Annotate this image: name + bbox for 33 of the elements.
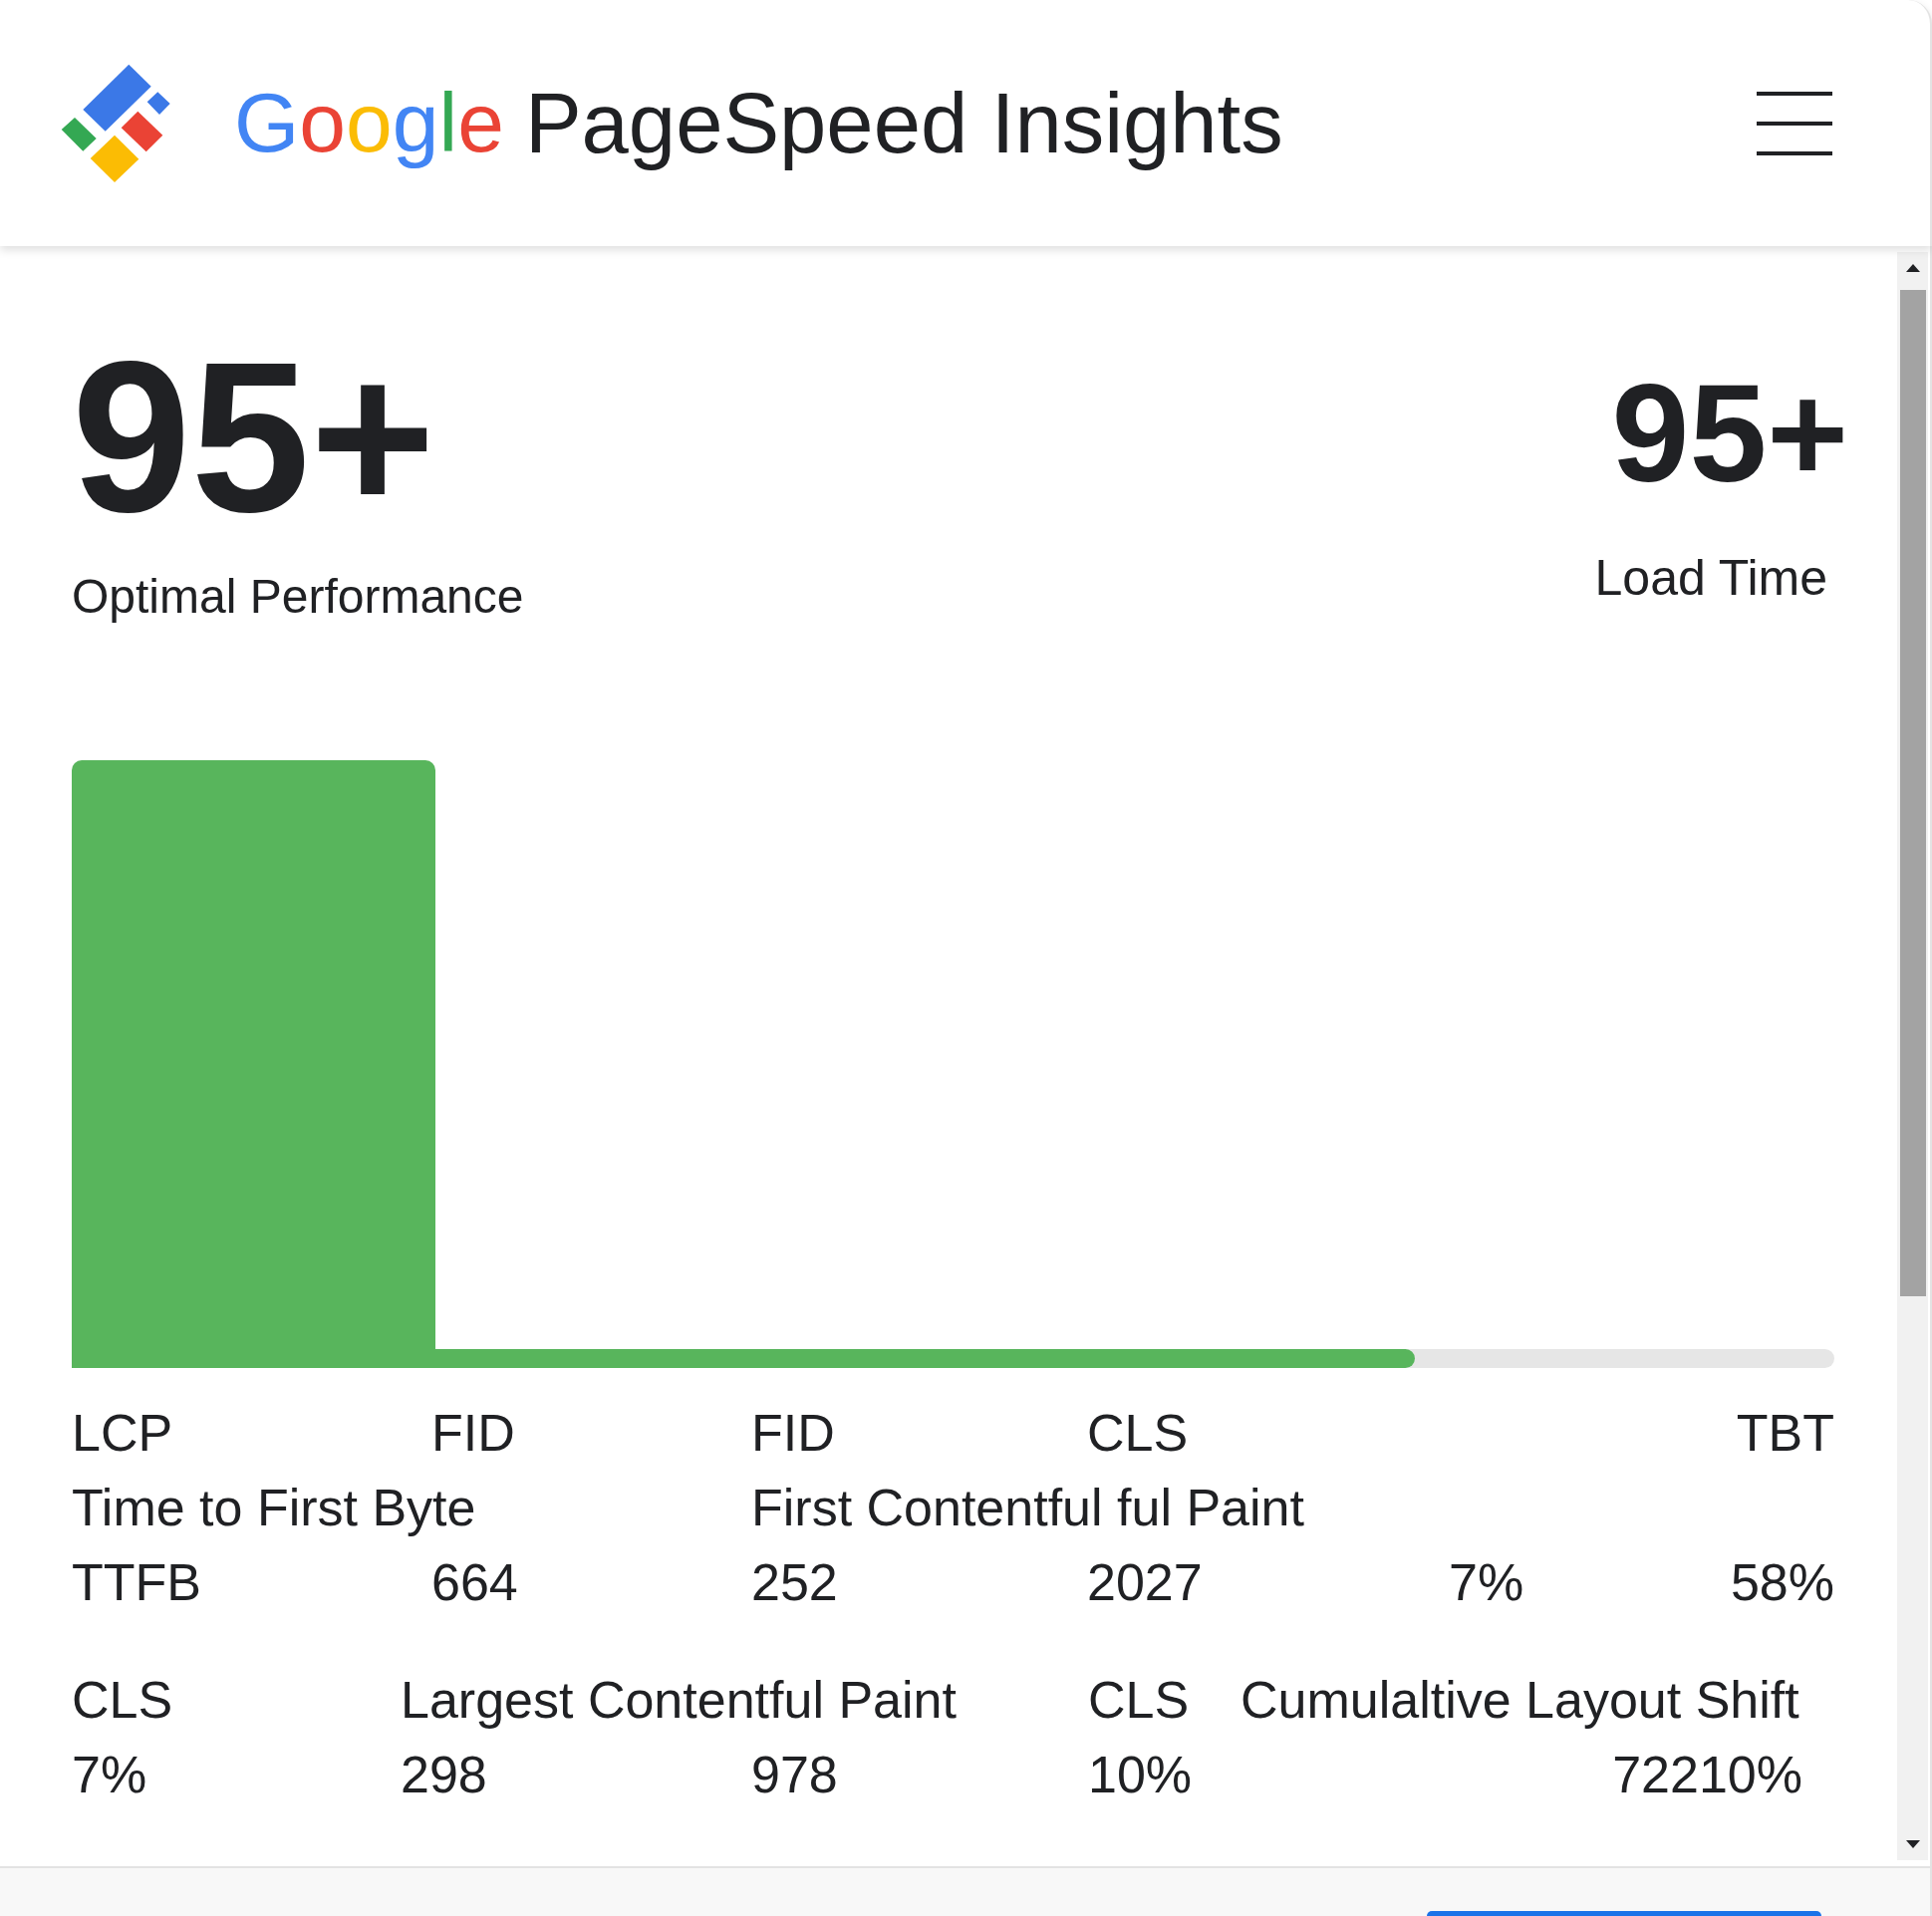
metric-label: CLS <box>1087 1402 1189 1464</box>
metric-name: First Contentful ful Paint <box>751 1477 1304 1538</box>
metric-value: 58% <box>1730 1551 1834 1613</box>
metric-value: 10% <box>1088 1744 1193 1805</box>
metric-value: 978 <box>751 1744 838 1805</box>
metric-label: TTFB <box>72 1551 201 1613</box>
metric-value: 7% <box>72 1744 147 1805</box>
score-value: 95+ <box>72 330 435 544</box>
metric-value: 252 <box>751 1551 838 1613</box>
metric-value: 664 <box>431 1551 518 1613</box>
score-label: Load Time <box>1594 549 1827 608</box>
metric-value: 298 <box>401 1744 487 1805</box>
brand-wordmark: Google <box>234 75 504 171</box>
metric-label: CLS <box>72 1669 173 1731</box>
app-title: PageSpeed Insights <box>524 74 1283 172</box>
metric-value: 7% <box>1449 1551 1524 1613</box>
scrollbar-thumb[interactable] <box>1899 290 1926 1296</box>
metric-label: CLS <box>1088 1669 1190 1731</box>
scroll-up-icon[interactable] <box>1905 264 1920 272</box>
logo-icon <box>60 62 171 184</box>
metric-name: Cumulaltive Layout Shift <box>1241 1669 1799 1731</box>
metric-name: Largest Contentful Paint <box>401 1669 957 1731</box>
metric-label: TBT <box>1736 1402 1834 1464</box>
metric-label: FID <box>751 1402 835 1464</box>
score-label: Optimal Performance <box>72 569 524 625</box>
metric-label: FID <box>431 1402 515 1464</box>
metric-value: 2027 <box>1087 1551 1203 1613</box>
menu-icon[interactable] <box>1757 91 1832 155</box>
metric-value: 72210% <box>1612 1744 1803 1805</box>
metric-label: LCP <box>72 1402 173 1464</box>
metric-name: Time to First Byte <box>72 1477 476 1538</box>
scroll-down-icon[interactable] <box>1905 1840 1920 1848</box>
score-value: 95+ <box>1611 364 1848 503</box>
